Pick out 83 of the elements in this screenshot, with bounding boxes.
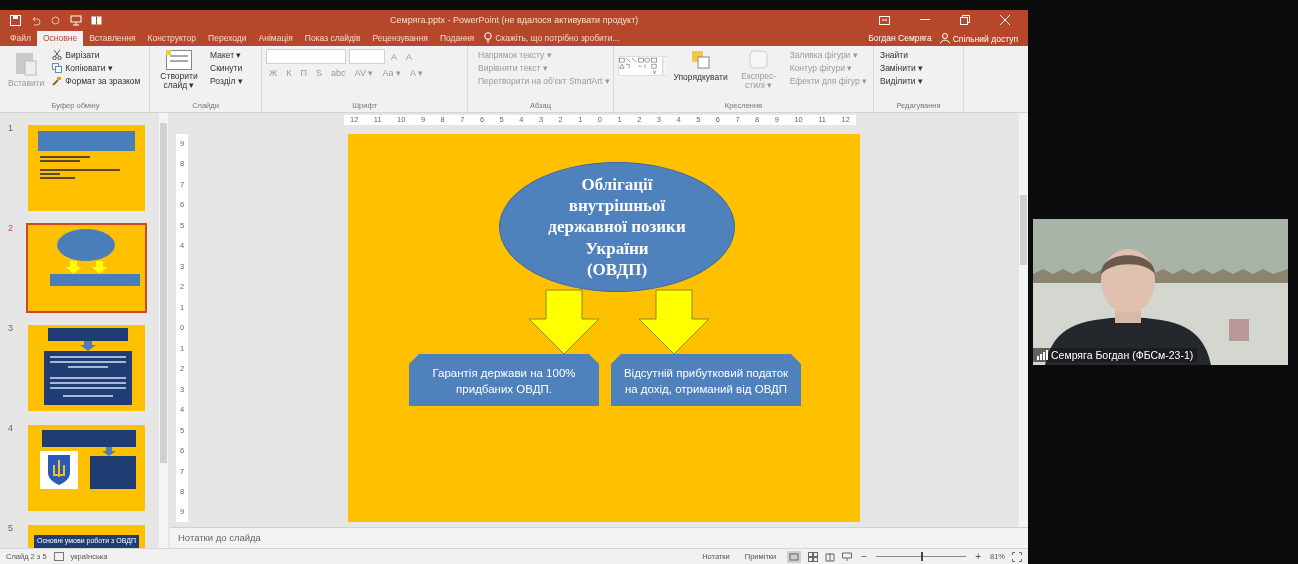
slide-number: 5 [8,523,14,535]
tell-me-field[interactable]: Скажіть, що потрібно зробити... [480,32,650,46]
layout-button[interactable]: Макет ▾ [208,49,245,61]
font-format-button[interactable]: AV ▾ [351,67,377,79]
font-size-field[interactable] [349,49,385,64]
share-button[interactable]: Спільний доступ [939,33,1028,46]
brush-icon [52,76,63,86]
fit-window-icon[interactable] [1012,551,1022,562]
quick-styles-icon [748,50,769,70]
ribbon-tab[interactable]: Основне [36,31,84,46]
ribbon-tab[interactable]: Конструктор [141,31,203,46]
shape-format-command[interactable]: Ефекти для фігур ▾ [787,75,869,87]
scissors-icon [52,50,63,60]
ribbon-tab[interactable]: Анімація [252,31,299,46]
normal-view-icon[interactable] [787,550,802,563]
font-format-button[interactable]: К [283,67,295,79]
close-icon[interactable] [1000,15,1010,25]
thumbnail-scrollbar[interactable] [159,113,168,548]
quick-styles-button[interactable]: Експрес-стилі ▾ [733,49,784,92]
arrange-button[interactable]: Упорядкувати [671,49,730,83]
new-slide-button[interactable]: Створити слайд ▾ [154,49,204,92]
format-painter-button[interactable]: Формат за зразком [50,75,143,87]
arrange-icon [690,50,711,70]
paragraph-command[interactable]: Перетворити на об'єкт SmartArt ▾ [476,75,612,87]
font-name-field[interactable] [266,49,346,64]
down-arrow [638,289,710,355]
editing-command[interactable]: Виділити ▾ [878,75,926,87]
minimize-icon[interactable] [920,19,930,21]
person-icon [939,33,950,44]
slide-title: Облігації внутрішньої державної позики України (ОВДП) [548,173,686,281]
font-format-button[interactable]: Aa ▾ [379,67,404,79]
slide-number: 1 [8,123,14,135]
window-title: Семряга.pptx - PowerPoint (не вдалося активувати продукт) [390,15,640,25]
text-box: Відсутній прибутковий податок на дохід, отриманий від ОВДП [611,354,801,406]
font-format-button[interactable]: П [297,67,311,79]
reset-button[interactable]: Скинути [208,62,245,74]
sorter-view-icon[interactable] [808,551,819,562]
slide-number: 4 [8,423,14,435]
save-icon[interactable] [10,14,21,26]
paragraph-command[interactable]: Напрямок тексту ▾ [476,49,612,61]
zoom-in-button[interactable]: + [973,551,983,562]
ribbon-tab[interactable]: Переходи [202,31,253,46]
lightbulb-icon [484,32,493,43]
slideshow-icon[interactable] [842,551,853,562]
ribbon-tab[interactable]: Показ слайдів [298,31,367,46]
shape-format-command[interactable]: Заливка фігури ▾ [787,49,869,61]
paste-button[interactable]: Вставити [6,49,47,89]
spellcheck-icon[interactable] [53,552,64,561]
text-box: Гарантія держави на 100% придбаних ОВДП. [409,354,599,406]
section-button[interactable]: Розділ ▾ [208,75,245,87]
font-format-button[interactable]: Ж [266,67,281,79]
participant-name: Семряга Богдан (ФБСм-23-1) [1051,349,1194,361]
copy-button[interactable]: Копіювати ▾ [50,62,143,74]
presentation-icon[interactable] [70,14,82,26]
ribbon-tab[interactable]: Подання [433,31,481,46]
paragraph-command[interactable]: Вирівняти текст ▾ [476,62,612,74]
font-size-button[interactable]: A [388,50,400,63]
editing-command[interactable]: Знайти [878,49,926,61]
font-format-button[interactable]: abc [328,67,349,79]
ribbon-tab[interactable]: Вставлення [83,31,142,46]
ribbon-display-icon[interactable] [879,15,890,25]
notes-field[interactable]: Нотатки до слайда [170,527,1028,548]
slide-number: 2 [8,223,14,235]
clipboard-icon [15,50,38,76]
font-size-button[interactable]: A [403,50,416,63]
slide-icon [166,50,192,70]
ribbon-tab[interactable]: Рецензування [366,31,434,46]
shape-format-command[interactable]: Контур фігури ▾ [787,62,869,74]
signal-icon [1037,350,1048,360]
user-name[interactable]: Богдан Семряга [860,33,940,46]
font-format-button[interactable]: A ▾ [406,67,426,79]
slide-scrollbar[interactable] [1019,113,1028,527]
zoom-out-button[interactable]: − [859,551,870,562]
undo-icon[interactable] [30,14,41,26]
restore-icon[interactable] [960,15,970,25]
ribbon-tab[interactable]: Файл [4,31,37,46]
reading-view-icon[interactable] [825,551,836,562]
font-format-button[interactable]: S [313,67,326,79]
cut-button[interactable]: Вирізати [50,49,143,61]
editing-command[interactable]: Замінити ▾ [878,62,926,74]
slide-number: 3 [8,323,14,335]
copy-icon [52,63,63,73]
layout-icon[interactable] [91,14,103,26]
